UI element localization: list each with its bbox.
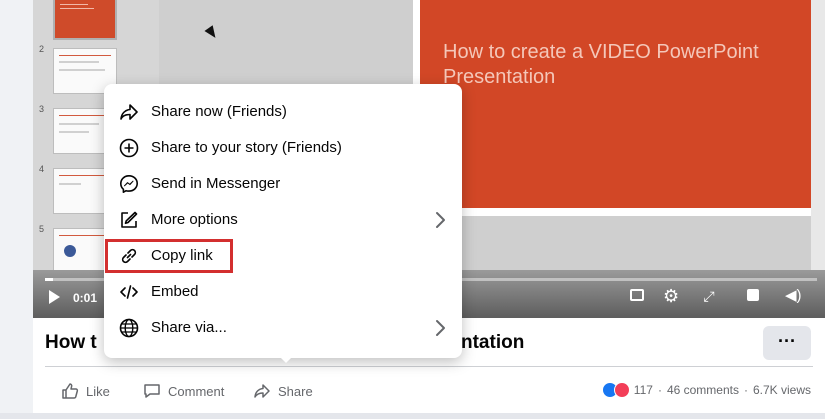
thumbs-up-icon: [62, 383, 79, 399]
slide-title: How to create a VIDEO PowerPoint Present…: [443, 41, 759, 88]
menu-item-embed[interactable]: Embed: [104, 274, 462, 310]
slide-scrollbar[interactable]: [811, 0, 825, 270]
expand-icon[interactable]: ⤢: [701, 288, 717, 304]
slide-number: 2: [39, 44, 45, 54]
plus-circle-icon: [119, 138, 139, 158]
code-icon: [120, 285, 138, 299]
menu-caret: [277, 354, 295, 363]
slide-thumbnail-1[interactable]: [53, 0, 117, 40]
chevron-right-icon: [436, 320, 445, 336]
menu-item-label: Share via...: [151, 319, 227, 336]
share-menu: Share now (Friends) Share to your story …: [104, 84, 462, 358]
slide-number: 4: [39, 164, 45, 174]
captions-icon[interactable]: [630, 289, 644, 301]
slide: How to create a VIDEO PowerPoint Present…: [413, 0, 815, 216]
facebook-logo-icon: [64, 245, 76, 257]
comment-count[interactable]: 46 comments: [667, 383, 739, 397]
share-icon: [254, 384, 270, 398]
like-button[interactable]: Like: [61, 382, 110, 400]
play-icon[interactable]: [49, 290, 60, 304]
current-time: 0:01: [73, 291, 98, 305]
menu-item-send-in-messenger[interactable]: Send in Messenger: [104, 166, 462, 202]
edit-icon: [121, 211, 138, 228]
menu-item-label: Embed: [151, 283, 199, 300]
menu-item-share-now[interactable]: Share now (Friends): [104, 94, 462, 130]
share-arrow-icon: [120, 104, 138, 120]
share-label: Share: [278, 383, 313, 399]
video-title-right: ntation: [461, 332, 525, 353]
divider: [45, 366, 813, 367]
menu-item-share-to-story[interactable]: Share to your story (Friends): [104, 130, 462, 166]
progress-fill: [45, 278, 53, 281]
menu-item-label: Send in Messenger: [151, 175, 281, 192]
menu-item-label: Share to your story (Friends): [151, 139, 342, 156]
stats-separator: ·: [657, 383, 662, 397]
feed-background: [0, 413, 825, 419]
view-count: 6.7K views: [752, 383, 811, 397]
miniplayer-icon[interactable]: [747, 289, 759, 301]
chevron-right-icon: [436, 212, 445, 228]
menu-item-label: Share now (Friends): [151, 103, 287, 120]
post-stats: 117 · 46 comments · 6.7K views: [601, 382, 811, 398]
menu-item-more-options[interactable]: More options: [104, 202, 462, 238]
menu-item-share-via[interactable]: Share via...: [104, 310, 462, 346]
menu-item-label: More options: [151, 211, 238, 228]
volume-icon[interactable]: ◀): [785, 288, 802, 304]
globe-icon: [119, 318, 139, 338]
stats-separator: ·: [743, 383, 748, 397]
settings-gear-icon[interactable]: ⚙: [663, 287, 679, 305]
like-label: Like: [86, 383, 110, 399]
comment-label: Comment: [168, 383, 225, 399]
love-reaction-icon: [613, 382, 630, 398]
comment-icon: [144, 384, 160, 398]
copy-link-highlight-box: [105, 239, 233, 273]
slide-number: 3: [39, 104, 45, 114]
share-button[interactable]: Share: [253, 382, 313, 400]
slide-number: 5: [39, 224, 45, 234]
reaction-count[interactable]: 117: [634, 383, 653, 397]
video-title-left: How t: [45, 332, 97, 353]
post-actions: Like Comment Share 117 · 46 comments · 6…: [33, 366, 825, 413]
messenger-icon: [120, 175, 138, 193]
more-options-button[interactable]: ···: [763, 326, 811, 360]
comment-button[interactable]: Comment: [143, 382, 224, 400]
